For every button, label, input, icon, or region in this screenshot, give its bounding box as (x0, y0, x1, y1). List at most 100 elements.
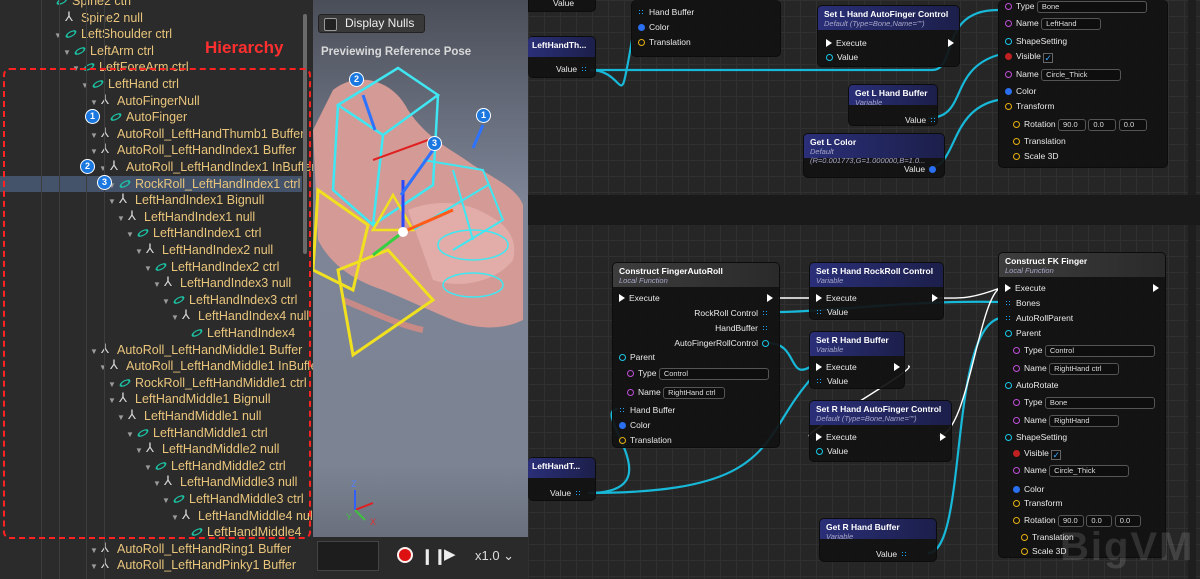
get-l-color-node[interactable]: Get L Color Default (R=0.001773,G=1.00000… (803, 133, 945, 178)
display-nulls-checkbox[interactable]: Display Nulls (318, 14, 425, 33)
rotation-y-field[interactable]: 0.0 (1088, 119, 1117, 131)
set-l-hand-autofinger-node[interactable]: Set L Hand AutoFinger Control Default (Ty… (817, 5, 960, 67)
var-node-top[interactable]: Value (528, 0, 596, 12)
tree-row[interactable]: Spine2 ctrl (0, 0, 302, 10)
pin-rockroll-control[interactable]: RockRoll Control (694, 307, 773, 320)
pin-value[interactable]: Value (904, 163, 940, 176)
pin-translation[interactable]: Translation (638, 36, 691, 49)
pin-shapesetting[interactable]: ShapeSetting (1005, 35, 1067, 48)
pin-execute[interactable]: Execute (816, 431, 857, 444)
pin-autorotate[interactable]: AutoRotate (1005, 379, 1059, 392)
construct-fk-finger-node[interactable]: Construct FK Finger Local Function Execut… (998, 252, 1166, 558)
pin-color[interactable]: Color (1013, 483, 1044, 496)
shape-name-select[interactable]: Circle_Thick (1041, 69, 1122, 81)
pin-execute[interactable]: Execute (816, 292, 857, 305)
rotation-x-field[interactable]: 90.0 (1058, 119, 1087, 131)
type-select[interactable]: Bone (1036, 1, 1147, 13)
pin-scale[interactable]: Scale 3D (1013, 150, 1059, 163)
pin-color[interactable]: Color (1005, 85, 1036, 98)
pin-name[interactable]: Name LeftHand (1005, 17, 1102, 30)
pin-color[interactable]: Color (638, 21, 669, 34)
pin-value[interactable]: Value (816, 445, 848, 458)
pin-visible[interactable]: Visible ✓ (1013, 447, 1062, 460)
pin-type[interactable]: Type Control (627, 367, 769, 380)
construct-node-left-partial[interactable]: Hand Buffer Color Translation (631, 0, 781, 57)
graph-scrollbar-top[interactable] (1188, 0, 1196, 195)
pin-execute[interactable]: Execute (619, 292, 660, 305)
tree-row[interactable]: Spine2 null (0, 9, 302, 27)
pin-handbuffer[interactable]: HandBuffer (715, 322, 773, 335)
pin-parent[interactable]: Parent (1005, 327, 1041, 340)
pin-value[interactable]: Value (816, 375, 848, 388)
type-select[interactable]: Control (1044, 345, 1155, 357)
set-r-hand-autofinger-node[interactable]: Set R Hand AutoFinger Control Default (Ty… (809, 400, 952, 462)
gizmo-center[interactable] (398, 227, 408, 237)
name-select[interactable]: LeftHand (1041, 18, 1102, 30)
construct-fingerautoroll-node[interactable]: Construct FingerAutoRoll Local Function E… (612, 262, 780, 448)
construct-fk-left-partial[interactable]: Type Bone Name LeftHand ShapeSetting Vis… (998, 0, 1168, 168)
pin-execute-out[interactable] (1153, 282, 1163, 295)
pin-hand-buffer[interactable]: Hand Buffer (619, 404, 675, 417)
pin-value[interactable]: Value (816, 306, 848, 319)
pin-execute[interactable]: Execute (826, 37, 867, 50)
pin-shapesetting[interactable]: ShapeSetting (1005, 431, 1067, 444)
pin-execute[interactable]: Execute (1005, 282, 1046, 295)
pin-type[interactable]: Type Bone (1005, 0, 1147, 13)
rig-graph-panel[interactable]: Value LeftHandTh... Value Hand Buffer Co… (528, 0, 1200, 579)
pin-type[interactable]: Type Control (1013, 344, 1155, 357)
ar-name-select[interactable]: RightHand (1049, 415, 1120, 427)
record-button[interactable] (397, 547, 413, 563)
visible-checkbox[interactable]: ✓ (1043, 53, 1054, 63)
viewport-panel[interactable]: X Y Z 2 1 3 Display Nulls Previewing Ref… (313, 0, 528, 579)
pin-execute-out[interactable] (767, 292, 777, 305)
pin-bones[interactable]: Bones (1005, 297, 1040, 310)
ar-type-select[interactable]: Bone (1044, 397, 1155, 409)
pin-transform[interactable]: Transform (1013, 497, 1062, 510)
pin-execute-out[interactable] (932, 292, 942, 305)
play-icon[interactable]: ▶ (444, 545, 456, 563)
pin-value[interactable]: Value (550, 487, 586, 500)
tree-row[interactable]: ▼ AutoRoll_LeftHandPinky1 Buffer (0, 556, 302, 576)
var-node-lefthand[interactable]: LeftHandTh... Value (528, 36, 596, 78)
pin-value[interactable]: Value (556, 63, 592, 76)
pin-hand-buffer[interactable]: Hand Buffer (638, 6, 694, 19)
pin-transform[interactable]: Transform (1005, 100, 1054, 113)
viewport-scene[interactable]: X Y Z (313, 0, 528, 537)
time-field[interactable] (317, 541, 379, 571)
pin-name[interactable]: Name RightHand ctrl (1013, 362, 1120, 375)
name-select[interactable]: RightHand ctrl (1049, 363, 1120, 375)
set-r-hand-buffer-node[interactable]: Set R Hand Buffer Variable Execute Value (809, 331, 905, 389)
pin-execute-out[interactable] (894, 361, 904, 374)
get-r-hand-buffer-node[interactable]: Get R Hand Buffer Variable Value (819, 518, 937, 562)
pin-ar-name[interactable]: Name RightHand (1013, 414, 1120, 427)
name-select[interactable]: RightHand ctrl (663, 387, 726, 399)
pin-name[interactable]: Name RightHand ctrl (627, 386, 726, 399)
playback-speed-dropdown[interactable]: x1.0 ⌄ (475, 548, 514, 564)
shape-name-select[interactable]: Circle_Thick (1049, 465, 1130, 477)
pin-value[interactable]: Value (876, 548, 912, 561)
pause-icon[interactable]: ❙❙ (421, 547, 446, 565)
var-node-lefthand-bottom[interactable]: LeftHandT... Value (528, 457, 596, 501)
pin-autofingerroll-control[interactable]: AutoFingerRollControl (674, 337, 773, 350)
pin-value[interactable]: Value (905, 114, 941, 127)
pin-execute-out[interactable] (948, 37, 958, 50)
pin-autoroll-parent[interactable]: AutoRollParent (1005, 312, 1073, 325)
rotation-z-field[interactable]: 0.0 (1118, 119, 1147, 131)
pin-parent[interactable]: Parent (619, 351, 655, 364)
pin-visible[interactable]: Visible ✓ (1005, 50, 1054, 63)
pin-translation[interactable]: Translation (619, 434, 672, 447)
pin-shape-name[interactable]: Name Circle_Thick (1013, 464, 1130, 477)
pin-shape-name[interactable]: Name Circle_Thick (1005, 68, 1122, 81)
pin-value[interactable]: Value (553, 0, 574, 10)
set-r-hand-rockroll-node[interactable]: Set R Hand RockRoll Control Variable Exec… (809, 262, 944, 320)
visible-checkbox[interactable]: ✓ (1051, 450, 1062, 460)
type-select[interactable]: Control (658, 368, 769, 380)
pin-translation[interactable]: Translation (1013, 135, 1066, 148)
pin-execute[interactable]: Execute (816, 361, 857, 374)
pin-execute-out[interactable] (940, 431, 950, 444)
expand-arrow-icon[interactable]: ▼ (90, 559, 99, 576)
pin-ar-type[interactable]: Type Bone (1013, 396, 1155, 409)
pin-color[interactable]: Color (619, 419, 650, 432)
get-l-hand-buffer-node[interactable]: Get L Hand Buffer Variable Value (848, 84, 938, 126)
tree-row[interactable]: ▼AutoRoll_LeftHandRing1 Buffer (0, 540, 302, 558)
